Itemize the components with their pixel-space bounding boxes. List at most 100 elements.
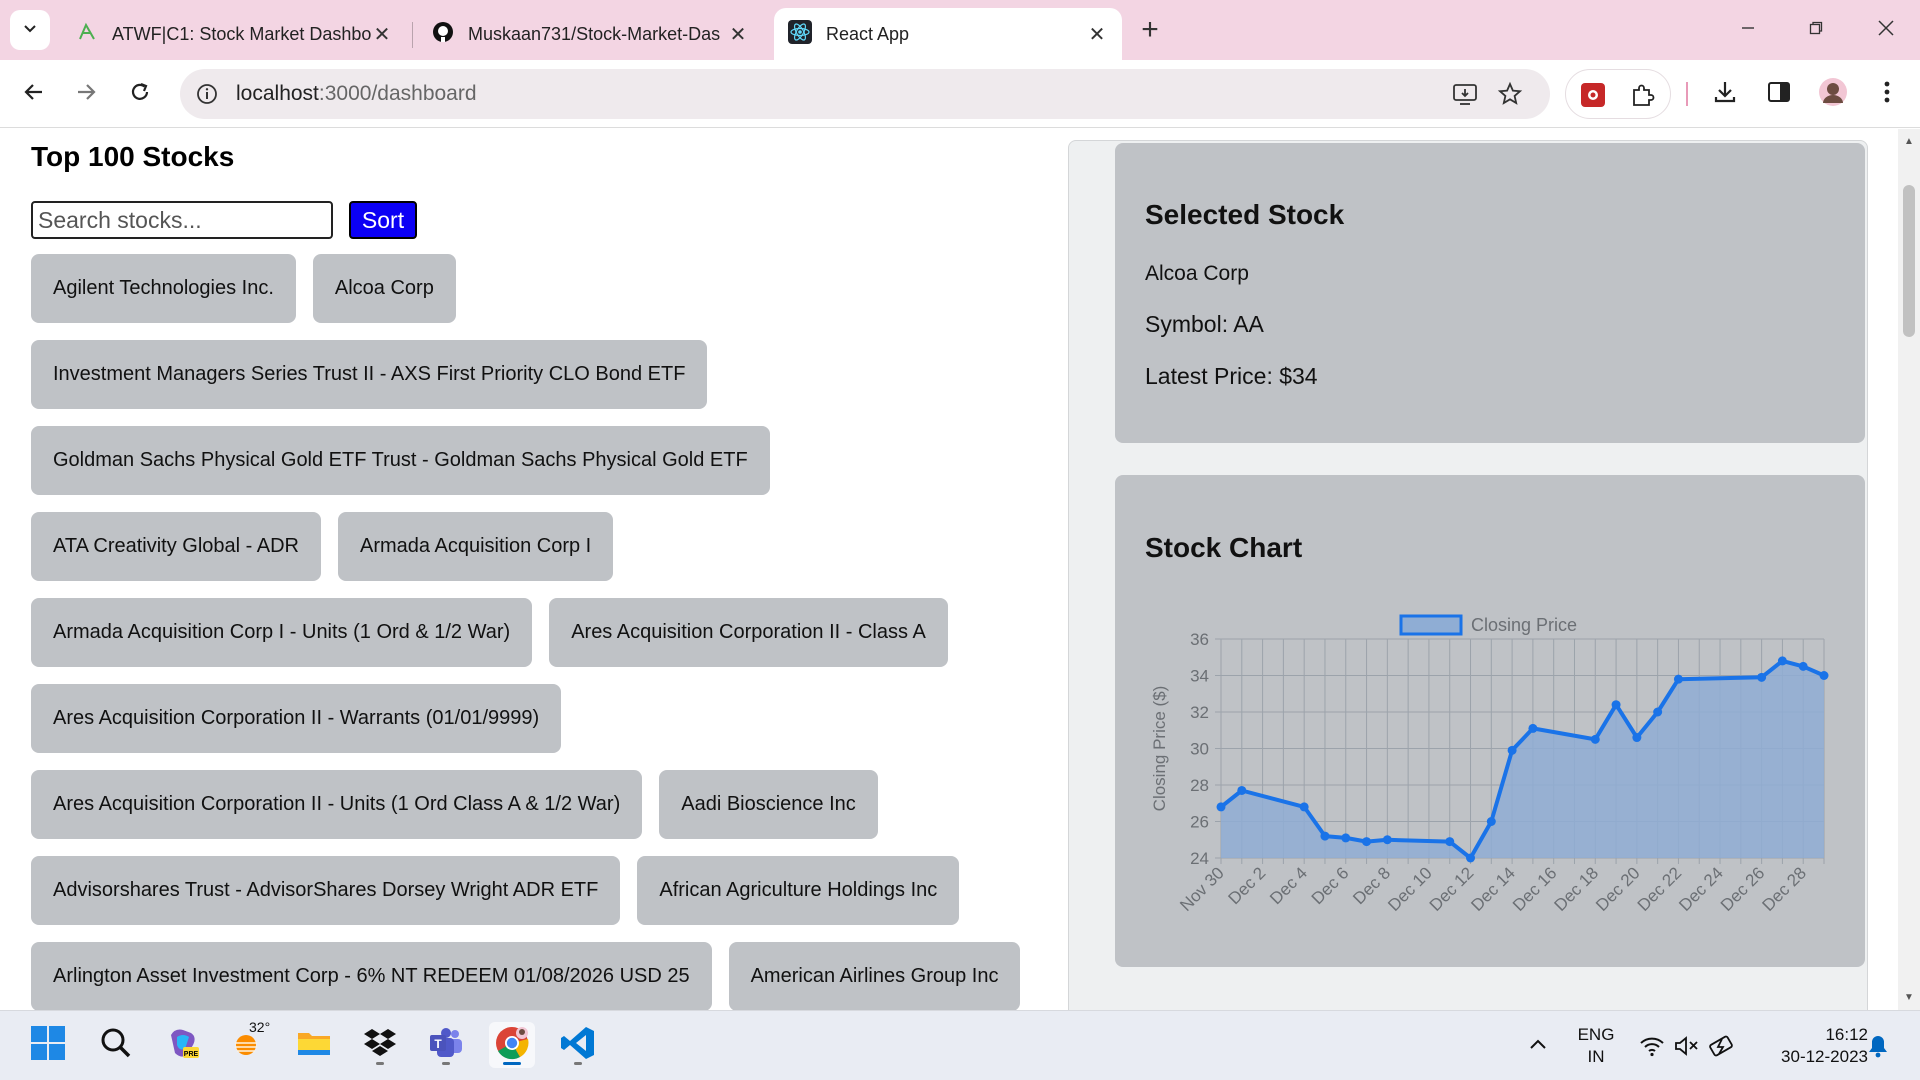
stock-list-section: Top 100 Stocks Sort Agilent Technologies…	[0, 129, 1068, 1010]
data-point	[1320, 831, 1330, 841]
stock-item[interactable]: Armada Acquisition Corp I - Units (1 Ord…	[31, 598, 533, 667]
atwf-favicon-icon	[76, 21, 98, 48]
notifications-bell-icon[interactable]	[1864, 1032, 1892, 1060]
stock-item[interactable]: ATA Creativity Global - ADR	[31, 512, 321, 581]
download-icon	[1712, 79, 1738, 110]
minimize-button[interactable]	[1728, 12, 1768, 48]
x-tick-label: Nov 30	[1176, 863, 1228, 915]
browser-tab-bar: ATWF|C1: Stock Market Dashbo ✕ Muskaan73…	[0, 0, 1920, 60]
stock-item[interactable]: African Agriculture Holdings Inc	[637, 856, 960, 925]
clock[interactable]: 16:12 30-12-2023	[1758, 1024, 1868, 1068]
scroll-up-arrow-icon[interactable]: ▲	[1903, 135, 1915, 147]
search-input[interactable]	[31, 201, 333, 239]
battery-charging-icon[interactable]	[1708, 1032, 1736, 1060]
language-code: ENG	[1577, 1025, 1615, 1044]
data-point	[1757, 672, 1767, 682]
install-app-icon[interactable]	[1450, 79, 1480, 109]
scroll-down-arrow-icon[interactable]: ▼	[1903, 991, 1915, 1003]
stock-item[interactable]: Ares Acquisition Corporation II - Class …	[549, 598, 948, 667]
close-icon[interactable]: ✕	[371, 23, 393, 46]
stock-item[interactable]: Armada Acquisition Corp I	[338, 512, 614, 581]
copilot-button[interactable]: PRE	[160, 1022, 206, 1068]
selected-stock-name: Alcoa Corp	[1145, 262, 1249, 285]
region-code: IN	[1587, 1047, 1605, 1066]
close-icon[interactable]: ✕	[1086, 23, 1108, 46]
tab-atwf[interactable]: ATWF|C1: Stock Market Dashbo ✕	[62, 8, 407, 60]
stock-item[interactable]: Ares Acquisition Corporation II - Warran…	[31, 684, 562, 753]
address-bar[interactable]: localhost:3000/dashboard	[180, 69, 1550, 119]
tab-title: ATWF|C1: Stock Market Dashbo	[112, 23, 371, 44]
detail-panel: Selected Stock Alcoa Corp Symbol: AA Lat…	[1068, 140, 1868, 1010]
profile-button[interactable]	[1813, 74, 1853, 114]
stock-item[interactable]: Goldman Sachs Physical Gold ETF Trust - …	[31, 426, 770, 495]
sort-button[interactable]: Sort	[349, 201, 417, 239]
stock-item[interactable]: Investment Managers Series Trust II - AX…	[31, 340, 708, 409]
tab-react-app[interactable]: React App ✕	[774, 8, 1122, 60]
close-window-button[interactable]	[1866, 12, 1906, 48]
close-icon	[1877, 19, 1895, 42]
tab-search-button[interactable]	[10, 10, 50, 50]
data-point	[1611, 700, 1621, 710]
extension-red-icon[interactable]	[1578, 80, 1608, 110]
x-tick-label: Dec 4	[1266, 863, 1311, 908]
dropbox-button[interactable]	[357, 1022, 403, 1068]
downloads-button[interactable]	[1705, 74, 1745, 114]
forward-button[interactable]	[66, 74, 106, 114]
arrow-left-icon	[23, 81, 45, 108]
side-panel-button[interactable]	[1759, 74, 1799, 114]
search-button[interactable]	[93, 1022, 139, 1068]
vscode-button[interactable]	[555, 1022, 601, 1068]
data-point	[1673, 674, 1683, 684]
start-button[interactable]	[25, 1022, 71, 1068]
x-tick-label: Dec 16	[1509, 863, 1561, 915]
scrollbar-thumb[interactable]	[1903, 185, 1915, 337]
menu-button[interactable]	[1867, 74, 1907, 114]
stock-item[interactable]: Advisorshares Trust - AdvisorShares Dors…	[31, 856, 621, 925]
language-indicator[interactable]: ENG IN	[1574, 1024, 1618, 1068]
weather-widget[interactable]: 32°	[225, 1019, 271, 1068]
volume-muted-icon[interactable]	[1673, 1032, 1701, 1060]
close-icon[interactable]: ✕	[727, 23, 749, 46]
url-text[interactable]: localhost:3000/dashboard	[236, 82, 477, 106]
folder-icon	[296, 1025, 332, 1066]
site-info-icon[interactable]	[194, 81, 220, 107]
y-tick-label: 30	[1190, 740, 1209, 759]
data-point	[1507, 745, 1517, 755]
side-panel-icon	[1767, 80, 1791, 109]
wifi-icon[interactable]	[1638, 1032, 1666, 1060]
bookmark-star-icon[interactable]	[1495, 79, 1525, 109]
x-tick-label: Dec 20	[1592, 863, 1644, 915]
stock-item[interactable]: Aadi Bioscience Inc	[659, 770, 878, 839]
new-tab-button[interactable]: +	[1132, 12, 1168, 48]
x-tick-label: Dec 26	[1717, 863, 1769, 915]
x-tick-label: Dec 28	[1759, 863, 1811, 915]
kebab-menu-icon	[1883, 80, 1891, 109]
tab-title: React App	[826, 23, 910, 44]
teams-button[interactable]: T	[423, 1022, 469, 1068]
data-point	[1777, 656, 1787, 666]
stock-item[interactable]: American Airlines Group Inc	[728, 942, 1021, 1010]
svg-text:PRE: PRE	[184, 1051, 199, 1058]
plus-icon: +	[1141, 13, 1159, 46]
stock-item[interactable]: Arlington Asset Investment Corp - 6% NT …	[31, 942, 712, 1010]
x-tick-label: Dec 10	[1384, 863, 1436, 915]
show-hidden-icons-button[interactable]	[1524, 1032, 1552, 1060]
back-button[interactable]	[14, 74, 54, 114]
data-point	[1299, 802, 1309, 812]
vscode-icon	[560, 1025, 596, 1066]
y-tick-label: 36	[1190, 630, 1209, 649]
puzzle-icon[interactable]	[1628, 80, 1658, 110]
page-scrollbar[interactable]: ▲ ▼	[1898, 129, 1920, 1010]
stock-item[interactable]: Agilent Technologies Inc.	[31, 254, 296, 323]
stock-item[interactable]: Alcoa Corp	[312, 254, 456, 323]
x-tick-label: Dec 18	[1551, 863, 1603, 915]
arrow-right-icon	[75, 81, 97, 108]
tab-github[interactable]: Muskaan731/Stock-Market-Das ✕	[418, 8, 763, 60]
y-axis-label: Closing Price ($)	[1150, 686, 1169, 812]
reload-button[interactable]	[120, 74, 160, 114]
browser-toolbar: localhost:3000/dashboard	[0, 60, 1920, 128]
stock-item[interactable]: Ares Acquisition Corporation II - Units …	[31, 770, 643, 839]
chrome-button[interactable]	[489, 1022, 535, 1068]
file-explorer-button[interactable]	[291, 1022, 337, 1068]
restore-button[interactable]	[1796, 12, 1836, 48]
